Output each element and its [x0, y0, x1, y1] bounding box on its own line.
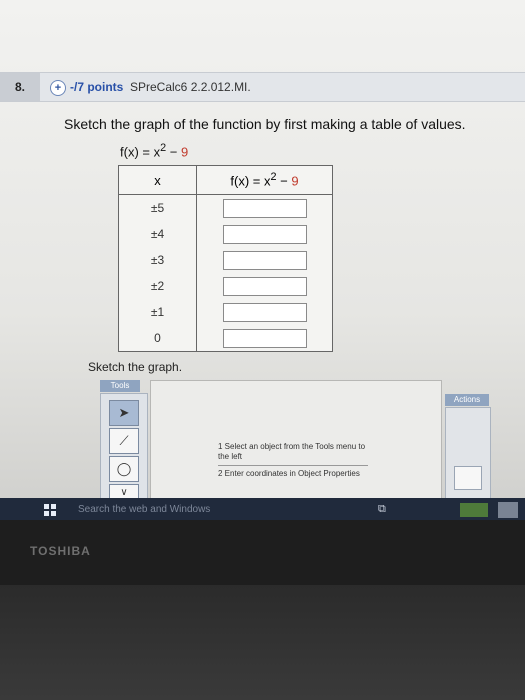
fx-column-header: f(x) = x2 − 9 [196, 165, 333, 195]
store-icon[interactable] [460, 503, 488, 517]
table-row: ±3 [118, 247, 333, 273]
question-points: -/7 points [70, 80, 124, 94]
table-row: ±1 [118, 299, 333, 325]
circle-tool-icon[interactable]: ◯ [109, 456, 139, 482]
sketch-graph-label: Sketch the graph. [88, 360, 183, 374]
question-id: SPreCalc6 2.2.012.MI. [130, 80, 251, 94]
windows-start-icon[interactable] [44, 504, 56, 516]
x-value: 0 [118, 325, 197, 352]
x-value: ±1 [118, 299, 197, 325]
x-value: ±4 [118, 221, 197, 247]
fx-answer-input[interactable] [222, 328, 307, 348]
function-label: f(x) = x2 − 9 [120, 142, 188, 159]
instructions: 1 Select an object from the Tools menu t… [218, 442, 368, 479]
taskbar-search-input[interactable]: Search the web and Windows [78, 501, 278, 519]
question-number: 8. [0, 73, 40, 101]
x-value: ±5 [118, 194, 197, 221]
actions-panel [445, 407, 491, 505]
table-row: ±4 [118, 221, 333, 247]
pointer-tool-icon[interactable]: ➤ [109, 400, 139, 426]
function-constant: 9 [180, 144, 189, 160]
fx-answer-input[interactable] [222, 276, 307, 296]
function-lhs: f(x) = x [120, 144, 161, 160]
instruction-divider [218, 465, 368, 466]
instruction-step-1: 1 Select an object from the Tools menu t… [218, 442, 366, 461]
actions-label: Actions [445, 394, 489, 406]
value-table: x f(x) = x2 − 9 ±5 ±4 ±3 ±2 ±1 0 [118, 165, 333, 352]
fx-answer-input[interactable] [222, 250, 307, 270]
fx-answer-input[interactable] [222, 302, 307, 322]
fx-answer-input[interactable] [222, 198, 307, 218]
fx-answer-input[interactable] [222, 224, 307, 244]
laptop-keyboard-area [0, 585, 525, 700]
browser-screen: 8. + -/7 points SPreCalc6 2.2.012.MI. Sk… [0, 0, 525, 520]
instruction-step-2: 2 Enter coordinates in Object Properties [218, 469, 360, 478]
function-minus: − [166, 144, 181, 160]
windows-taskbar: Search the web and Windows ⧉ [0, 498, 525, 520]
app-icon[interactable] [498, 502, 518, 518]
question-header: 8. + -/7 points SPreCalc6 2.2.012.MI. [0, 72, 525, 102]
laptop-brand-logo: TOSHIBA [30, 544, 91, 558]
tools-label: Tools [100, 380, 140, 392]
x-column-header: x [118, 165, 197, 195]
tools-panel: ➤ ⟋ ◯ ∨ [100, 393, 148, 505]
table-row: 0 [118, 325, 333, 352]
task-view-icon[interactable]: ⧉ [378, 503, 386, 516]
action-button[interactable] [454, 466, 482, 490]
table-row: ±2 [118, 273, 333, 299]
line-tool-icon[interactable]: ⟋ [109, 428, 139, 454]
question-prompt: Sketch the graph of the function by firs… [64, 116, 466, 132]
table-row: ±5 [118, 194, 333, 221]
expand-plus-icon[interactable]: + [50, 80, 66, 96]
x-value: ±3 [118, 247, 197, 273]
x-value: ±2 [118, 273, 197, 299]
